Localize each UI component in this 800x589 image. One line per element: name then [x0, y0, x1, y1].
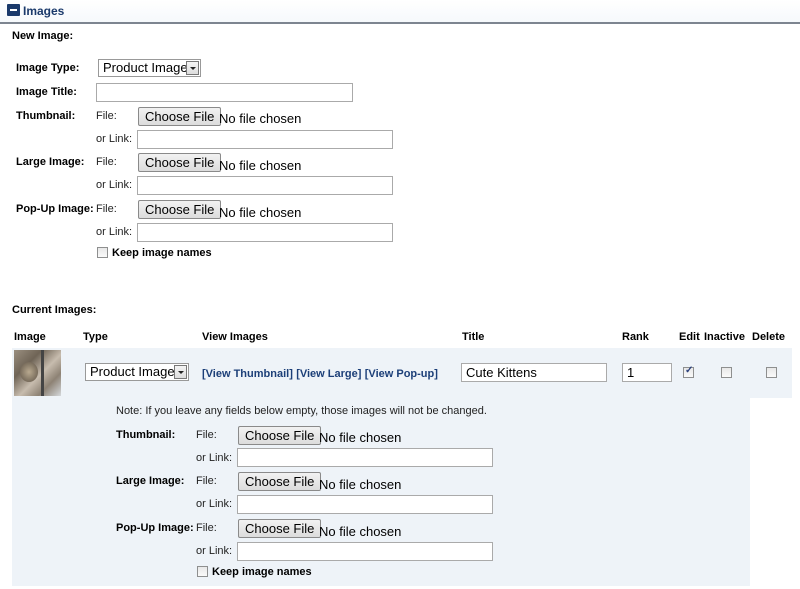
- edit-keep-image-names-label: Keep image names: [212, 566, 312, 578]
- thumbnail-link-input[interactable]: [137, 130, 393, 149]
- large-file-label: File:: [96, 156, 117, 168]
- large-image-label: Large Image:: [16, 156, 85, 168]
- column-header-title: Title: [462, 331, 485, 343]
- row-type-select[interactable]: Product Image: [85, 363, 189, 381]
- edit-note: Note: If you leave any fields below empt…: [116, 405, 487, 417]
- row-inactive-checkbox[interactable]: [721, 367, 732, 378]
- new-image-heading: New Image:: [12, 30, 74, 42]
- edit-thumbnail-link-input[interactable]: [237, 448, 493, 467]
- edit-large-label: Large Image:: [116, 475, 185, 487]
- popup-image-label: Pop-Up Image:: [16, 203, 94, 215]
- view-large-link[interactable]: [View Large]: [296, 368, 361, 380]
- column-header-edit: Edit: [679, 331, 700, 343]
- edit-popup-label: Pop-Up Image:: [116, 522, 194, 534]
- chevron-down-icon: [186, 61, 199, 75]
- edit-thumbnail-file-label: File:: [196, 429, 217, 441]
- keep-image-names-checkbox[interactable]: [97, 247, 108, 258]
- image-title-label: Image Title:: [16, 86, 77, 98]
- column-header-type: Type: [83, 331, 108, 343]
- image-type-label: Image Type:: [16, 62, 80, 74]
- edit-large-file-label: File:: [196, 475, 217, 487]
- chevron-down-icon: [174, 365, 187, 379]
- column-header-inactive: Inactive: [704, 331, 745, 343]
- image-type-select[interactable]: Product Image: [98, 59, 201, 77]
- column-header-image: Image: [14, 331, 46, 343]
- row-rank-input[interactable]: 1: [622, 363, 672, 382]
- edit-large-choose-file-button[interactable]: Choose File: [238, 472, 322, 491]
- thumbnail-file-status: No file chosen: [219, 111, 302, 126]
- row-title-input[interactable]: Cute Kittens: [461, 363, 607, 382]
- thumbnail-label: Thumbnail:: [16, 110, 76, 122]
- edit-popup-link-label: or Link:: [196, 545, 233, 557]
- column-header-rank: Rank: [622, 331, 649, 343]
- popup-link-input[interactable]: [137, 223, 393, 242]
- keep-image-names-label: Keep image names: [112, 247, 212, 259]
- large-link-input[interactable]: [137, 176, 393, 195]
- column-header-view-images: View Images: [202, 331, 268, 343]
- column-header-delete: Delete: [752, 331, 786, 343]
- edit-keep-image-names-checkbox[interactable]: [197, 566, 208, 577]
- kitten-thumbnail-image: [14, 350, 61, 396]
- edit-thumbnail-choose-file-button[interactable]: Choose File: [238, 426, 322, 445]
- large-choose-file-button[interactable]: Choose File: [138, 153, 222, 172]
- row-delete-checkbox[interactable]: [766, 367, 777, 378]
- edit-thumbnail-label: Thumbnail:: [116, 429, 176, 441]
- popup-link-label: or Link:: [96, 226, 133, 238]
- image-title-input[interactable]: [96, 83, 353, 102]
- thumbnail-link-label: or Link:: [96, 133, 133, 145]
- large-link-label: or Link:: [96, 179, 133, 191]
- large-file-status: No file chosen: [219, 158, 302, 173]
- view-thumbnail-link[interactable]: [View Thumbnail]: [202, 368, 293, 380]
- section-header: Images: [0, 0, 800, 24]
- popup-choose-file-button[interactable]: Choose File: [138, 200, 222, 219]
- edit-popup-link-input[interactable]: [237, 542, 493, 561]
- view-links: [View Thumbnail] [View Large] [View Pop-…: [202, 366, 438, 380]
- view-popup-link[interactable]: [View Pop-up]: [365, 368, 438, 380]
- edit-popup-file-label: File:: [196, 522, 217, 534]
- row-type-value: Product Image: [90, 364, 175, 379]
- edit-large-link-label: or Link:: [196, 498, 233, 510]
- edit-thumbnail-file-status: No file chosen: [319, 430, 402, 445]
- popup-file-label: File:: [96, 203, 117, 215]
- edit-popup-choose-file-button[interactable]: Choose File: [238, 519, 322, 538]
- collapse-icon[interactable]: [7, 4, 20, 16]
- section-title: Images: [23, 4, 65, 18]
- thumbnail-file-label: File:: [96, 110, 117, 122]
- edit-thumbnail-link-label: or Link:: [196, 452, 233, 464]
- row-edit-checkbox[interactable]: [683, 365, 694, 378]
- popup-file-status: No file chosen: [219, 205, 302, 220]
- edit-popup-file-status: No file chosen: [319, 524, 402, 539]
- current-images-heading: Current Images:: [12, 304, 97, 316]
- edit-large-link-input[interactable]: [237, 495, 493, 514]
- image-type-value: Product Image: [103, 60, 188, 75]
- thumbnail-choose-file-button[interactable]: Choose File: [138, 107, 222, 126]
- edit-large-file-status: No file chosen: [319, 477, 402, 492]
